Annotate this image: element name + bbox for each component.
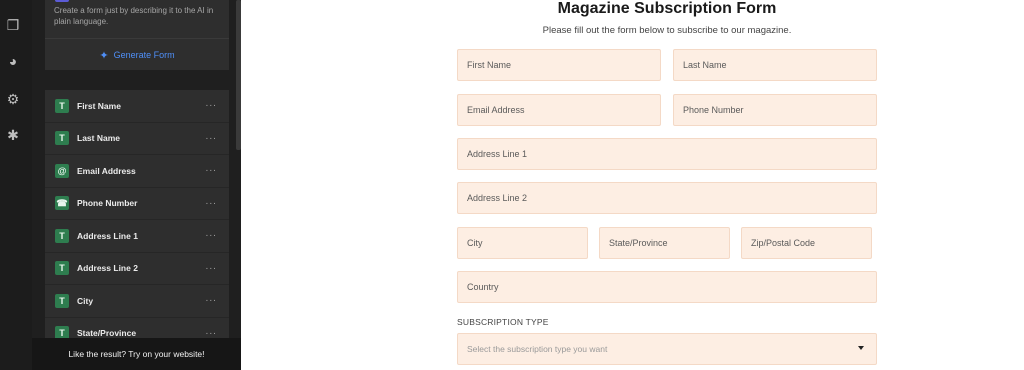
field-item-address-line-1[interactable]: T Address Line 1 ··· — [45, 220, 229, 253]
ai-badge — [55, 0, 69, 2]
field-item-state-province[interactable]: T State/Province ··· — [45, 317, 229, 338]
address-line-2-input[interactable]: Address Line 2 — [457, 182, 877, 214]
copy-icon[interactable]: ❐ — [5, 17, 21, 33]
field-item-email-address[interactable]: @ Email Address ··· — [45, 155, 229, 188]
asterisk-icon[interactable]: ✱ — [5, 127, 21, 143]
city-input[interactable]: City — [457, 227, 588, 259]
field-item-label: Last Name — [77, 133, 120, 144]
left-rail: ❐ ◕ ⚙ ✱ — [0, 0, 32, 370]
more-options-icon[interactable]: ··· — [201, 230, 221, 241]
field-list: T First Name ··· T Last Name ··· @ Email… — [45, 90, 229, 338]
text-field-icon: T — [55, 326, 69, 338]
country-input[interactable]: Country — [457, 271, 877, 303]
field-item-last-name[interactable]: T Last Name ··· — [45, 122, 229, 155]
more-options-icon[interactable]: ··· — [201, 133, 221, 144]
field-item-first-name[interactable]: T First Name ··· — [45, 90, 229, 123]
field-item-label: First Name — [77, 100, 121, 111]
phone-field-icon: ☎ — [55, 196, 69, 211]
generate-area: ✦ Generate Form — [45, 38, 229, 70]
promo-banner[interactable]: Like the result? Try on your website! — [32, 338, 241, 370]
form-subtitle: Please fill out the form below to subscr… — [542, 25, 792, 36]
form-title: Magazine Subscription Form — [557, 0, 777, 17]
more-options-icon[interactable]: ··· — [201, 328, 221, 338]
more-options-icon[interactable]: ··· — [201, 198, 221, 209]
address-line-1-input[interactable]: Address Line 1 — [457, 138, 877, 170]
field-item-label: Address Line 2 — [77, 263, 138, 274]
phone-input[interactable]: Phone Number — [673, 94, 877, 126]
field-item-address-line-2[interactable]: T Address Line 2 ··· — [45, 252, 229, 285]
chevron-down-icon — [858, 346, 864, 350]
subscription-type-placeholder: Select the subscription type you want — [467, 344, 608, 354]
text-field-icon: T — [55, 293, 69, 308]
generate-form-button[interactable]: ✦ Generate Form — [45, 39, 229, 71]
gear-icon[interactable]: ⚙ — [5, 91, 21, 107]
field-item-phone-number[interactable]: ☎ Phone Number ··· — [45, 187, 229, 220]
subscription-type-label: SUBSCRIPTION TYPE — [457, 317, 549, 327]
palette-icon[interactable]: ◕ — [5, 53, 21, 69]
more-options-icon[interactable]: ··· — [201, 263, 221, 274]
field-item-label: State/Province — [77, 328, 137, 338]
text-field-icon: T — [55, 261, 69, 276]
field-item-label: Email Address — [77, 165, 136, 176]
field-item-label: Phone Number — [77, 198, 138, 209]
text-field-icon: T — [55, 131, 69, 146]
email-field-icon: @ — [55, 163, 69, 178]
email-input[interactable]: Email Address — [457, 94, 661, 126]
panel-scrollbar[interactable] — [236, 0, 241, 150]
text-field-icon: T — [55, 228, 69, 243]
field-item-label: Address Line 1 — [77, 230, 138, 241]
more-options-icon[interactable]: ··· — [201, 165, 221, 176]
state-province-input[interactable]: State/Province — [599, 227, 730, 259]
more-options-icon[interactable]: ··· — [201, 100, 221, 111]
generate-form-label: Generate Form — [113, 50, 175, 60]
sparkle-icon: ✦ — [99, 49, 109, 62]
text-field-icon: T — [55, 98, 69, 113]
more-options-icon[interactable]: ··· — [201, 295, 221, 306]
field-item-city[interactable]: T City ··· — [45, 285, 229, 318]
zip-postal-code-input[interactable]: Zip/Postal Code — [741, 227, 872, 259]
first-name-input[interactable]: First Name — [457, 49, 661, 81]
subscription-type-select[interactable]: Select the subscription type you want — [457, 333, 877, 365]
field-item-label: City — [77, 295, 94, 306]
ai-description: Create a form just by describing it to t… — [54, 6, 214, 26]
last-name-input[interactable]: Last Name — [673, 49, 877, 81]
